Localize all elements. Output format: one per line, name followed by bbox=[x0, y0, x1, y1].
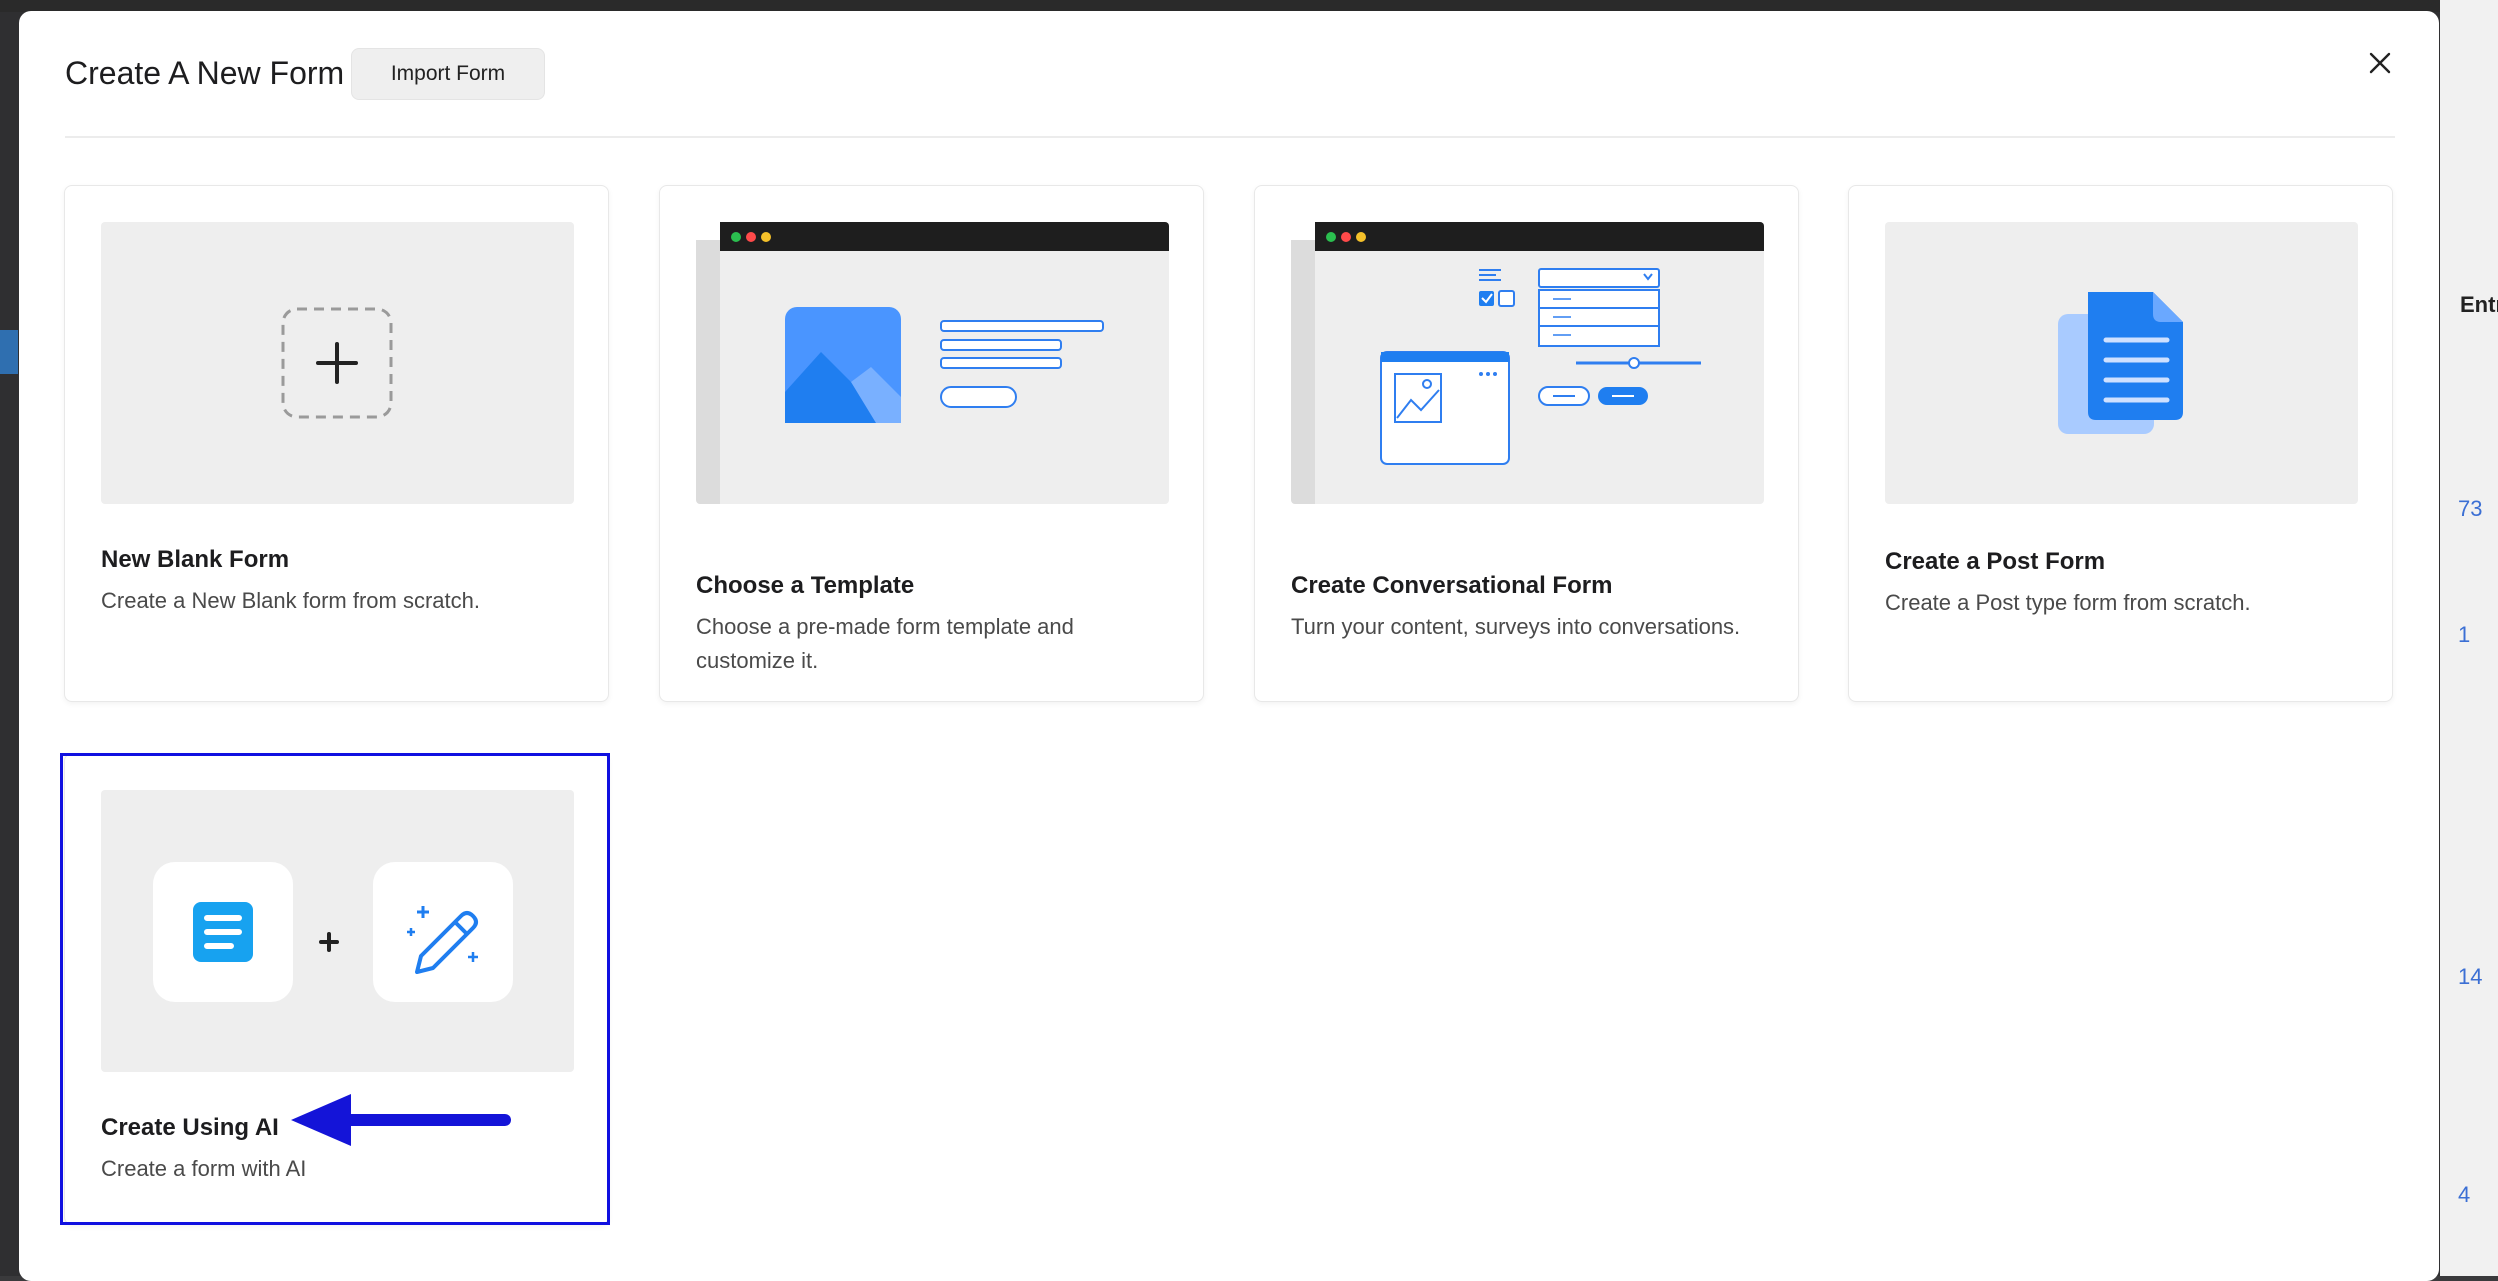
template-illustration bbox=[696, 222, 1169, 504]
card-thumbnail bbox=[696, 222, 1169, 504]
close-icon bbox=[2369, 52, 2391, 74]
conversational-illustration bbox=[1291, 222, 1764, 504]
modal-header: Create A New Form Import Form bbox=[19, 11, 2439, 137]
conversational-form-card[interactable]: Create Conversational Form Turn your con… bbox=[1254, 185, 1799, 702]
background-number: 14 bbox=[2458, 964, 2483, 989]
choose-template-card[interactable]: Choose a Template Choose a pre-made form… bbox=[659, 185, 1204, 702]
highlight-box bbox=[60, 753, 610, 1225]
background-column-header: Entr bbox=[2460, 292, 2498, 317]
card-title: Create Conversational Form bbox=[1291, 572, 1613, 599]
create-form-modal: Create A New Form Import Form New Blank … bbox=[19, 11, 2439, 1281]
card-thumbnail bbox=[1885, 222, 2358, 504]
card-description: Create a New Blank form from scratch. bbox=[101, 588, 481, 613]
header-divider bbox=[65, 136, 2395, 138]
card-thumbnail bbox=[101, 222, 574, 504]
close-button[interactable] bbox=[2362, 45, 2398, 81]
card-title: New Blank Form bbox=[101, 546, 290, 573]
plus-icon bbox=[281, 307, 393, 419]
import-form-button[interactable]: Import Form bbox=[351, 48, 545, 100]
card-title: Choose a Template bbox=[696, 572, 915, 599]
new-blank-form-card[interactable]: New Blank Form Create a New Blank form f… bbox=[64, 185, 609, 702]
post-form-card[interactable]: Create a Post Form Create a Post type fo… bbox=[1848, 185, 2393, 702]
background-left-tab bbox=[0, 330, 18, 374]
card-title: Create a Post Form bbox=[1885, 548, 2106, 575]
card-description: Turn your content, surveys into conversa… bbox=[1291, 614, 1741, 639]
card-thumbnail bbox=[1291, 222, 1764, 504]
modal-title: Create A New Form bbox=[65, 55, 345, 91]
background-right-peek: Entr 73 1 14 4 bbox=[2440, 0, 2498, 1276]
background-number: 73 bbox=[2458, 496, 2483, 521]
card-description: Create a Post type form from scratch. bbox=[1885, 590, 2251, 615]
background-number: 1 bbox=[2458, 622, 2471, 647]
background-number: 4 bbox=[2458, 1182, 2471, 1207]
card-description: Choose a pre-made form template and cust… bbox=[696, 614, 1074, 673]
document-icon bbox=[2058, 292, 2183, 434]
